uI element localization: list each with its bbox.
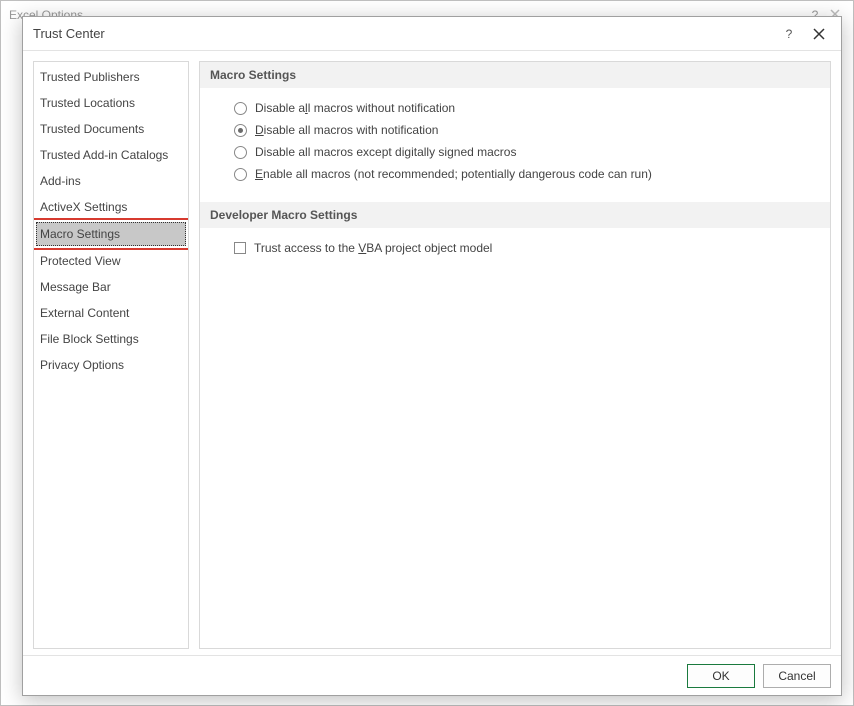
radio-label: Disable all macros without notification: [255, 100, 455, 116]
section-header-macro-settings: Macro Settings: [200, 62, 830, 88]
radio-disable-except-signed[interactable]: Disable all macros except digitally sign…: [234, 144, 812, 160]
sidebar-item-trusted-locations[interactable]: Trusted Locations: [34, 90, 188, 116]
dialog-titlebar[interactable]: Trust Center ?: [23, 17, 841, 51]
sidebar-item-privacy-options[interactable]: Privacy Options: [34, 352, 188, 378]
radio-icon: [234, 146, 247, 159]
radio-icon: [234, 168, 247, 181]
radio-label: Enable all macros (not recommended; pote…: [255, 166, 652, 182]
sidebar-item-trusted-documents[interactable]: Trusted Documents: [34, 116, 188, 142]
checkbox-icon: [234, 242, 246, 254]
highlight-box: Macro Settings: [33, 218, 189, 250]
sidebar-item-activex-settings[interactable]: ActiveX Settings: [34, 194, 188, 220]
sidebar-item-addins[interactable]: Add-ins: [34, 168, 188, 194]
sidebar-item-macro-settings[interactable]: Macro Settings: [36, 222, 186, 246]
cancel-button[interactable]: Cancel: [763, 664, 831, 688]
sidebar-item-file-block-settings[interactable]: File Block Settings: [34, 326, 188, 352]
dialog-title: Trust Center: [33, 26, 771, 41]
sidebar: Trusted Publishers Trusted Locations Tru…: [33, 61, 189, 649]
sidebar-item-trusted-publishers[interactable]: Trusted Publishers: [34, 64, 188, 90]
ok-button[interactable]: OK: [687, 664, 755, 688]
content-panel: Macro Settings Disable all macros withou…: [199, 61, 831, 649]
radio-enable-all[interactable]: Enable all macros (not recommended; pote…: [234, 166, 812, 182]
checkbox-label: Trust access to the VBA project object m…: [254, 240, 492, 256]
close-icon[interactable]: [807, 22, 831, 46]
sidebar-item-trusted-addin-catalogs[interactable]: Trusted Add-in Catalogs: [34, 142, 188, 168]
trust-center-dialog: Trust Center ? Trusted Publishers Truste…: [22, 16, 842, 696]
sidebar-item-protected-view[interactable]: Protected View: [34, 248, 188, 274]
radio-label: Disable all macros with notification: [255, 122, 438, 138]
sidebar-item-external-content[interactable]: External Content: [34, 300, 188, 326]
radio-icon: [234, 124, 247, 137]
help-icon[interactable]: ?: [777, 22, 801, 46]
radio-disable-all-without-notification[interactable]: Disable all macros without notification: [234, 100, 812, 116]
radio-label: Disable all macros except digitally sign…: [255, 144, 516, 160]
checkbox-trust-vba-project[interactable]: Trust access to the VBA project object m…: [234, 240, 812, 256]
radio-icon: [234, 102, 247, 115]
sidebar-item-message-bar[interactable]: Message Bar: [34, 274, 188, 300]
dialog-footer: OK Cancel: [23, 655, 841, 695]
section-header-developer-macro-settings: Developer Macro Settings: [200, 202, 830, 228]
radio-disable-all-with-notification[interactable]: Disable all macros with notification: [234, 122, 812, 138]
